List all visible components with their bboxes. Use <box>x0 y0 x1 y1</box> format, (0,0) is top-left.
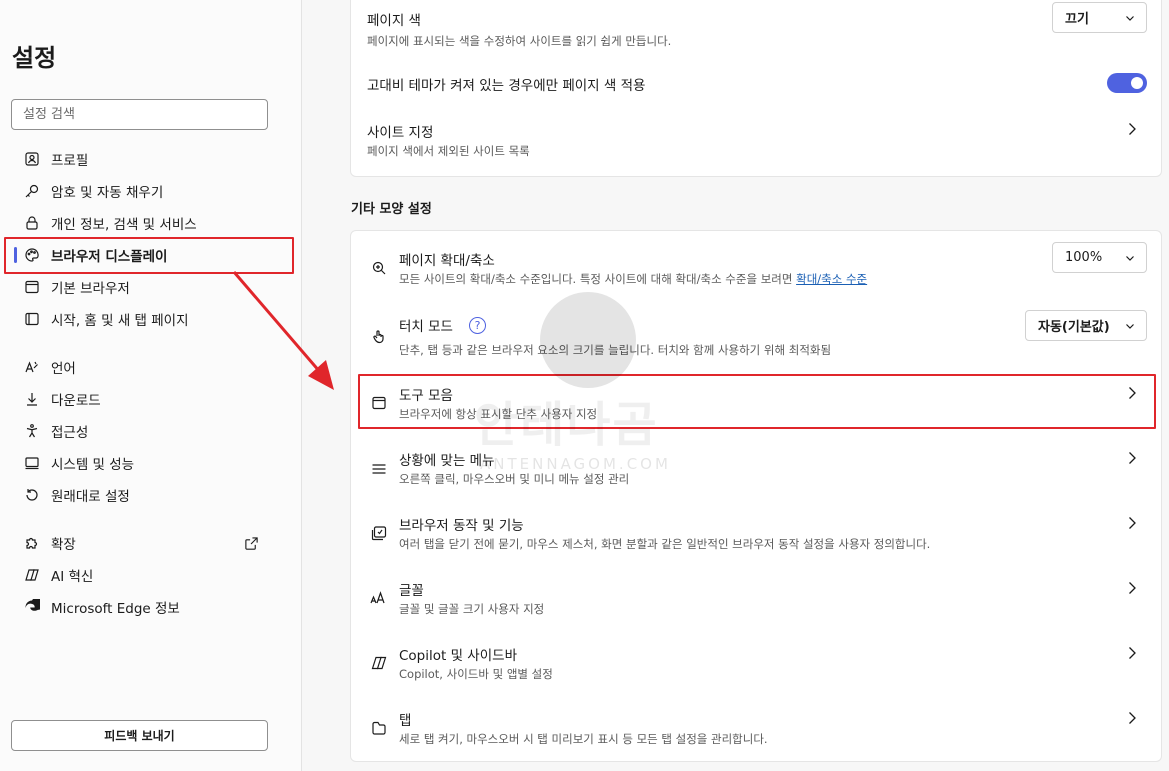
browser-icon <box>23 278 41 296</box>
fonts-title: 글꼴 <box>399 583 424 599</box>
sidebar-item-profile[interactable]: 프로필 <box>12 144 292 174</box>
page-color-desc: 페이지에 표시되는 색을 수정하여 사이트를 읽기 쉽게 만듭니다. <box>367 34 672 48</box>
page-color-title: 페이지 색 <box>367 13 421 29</box>
annotation-arrow <box>232 271 334 390</box>
zoom-dropdown[interactable]: 100% <box>1052 242 1147 273</box>
chevron-right-icon[interactable] <box>1127 711 1137 725</box>
system-icon <box>23 454 41 472</box>
tabs-desc: 세로 탭 켜기, 마우스오버 시 탭 미리보기 표시 등 모든 탭 설정을 관리… <box>399 732 768 746</box>
chevron-right-icon[interactable] <box>1127 646 1137 660</box>
touch-mode-value: 자동(기본값) <box>1038 320 1110 335</box>
chevron-down-icon <box>1126 324 1134 329</box>
sidebar-item-label: 원래대로 설정 <box>51 489 130 505</box>
sidebar-item-label: 암호 및 자동 채우기 <box>51 185 164 201</box>
browser-behavior-icon <box>370 524 388 542</box>
tabs-title: 탭 <box>399 713 412 729</box>
toolbar-title: 도구 모음 <box>399 388 453 404</box>
browser-behavior-title: 브라우저 동작 및 기능 <box>399 518 524 534</box>
sidebar-item-about[interactable]: Microsoft Edge 정보 <box>12 592 292 622</box>
settings-search-input[interactable] <box>11 99 268 130</box>
copilot-icon <box>370 654 388 672</box>
extension-icon <box>23 534 41 552</box>
send-feedback-button[interactable]: 피드백 보내기 <box>11 720 268 751</box>
zoom-desc: 모든 사이트의 확대/축소 수준입니다. 특정 사이트에 대해 확대/축소 수준… <box>399 272 868 286</box>
other-appearance-card: 페이지 확대/축소 모든 사이트의 확대/축소 수준입니다. 특정 사이트에 대… <box>350 230 1162 762</box>
touch-desc: 단추, 탭 등과 같은 브라우저 요소의 크기를 늘립니다. 터치와 함께 사용… <box>399 343 832 357</box>
touch-mode-dropdown[interactable]: 자동(기본값) <box>1025 310 1147 341</box>
sidebar-item-reset[interactable]: 원래대로 설정 <box>12 480 292 510</box>
sidebar-item-label: 시스템 및 성능 <box>51 457 135 473</box>
edge-icon <box>23 598 41 616</box>
copilot-desc: Copilot, 사이드바 및 앱별 설정 <box>399 667 553 681</box>
profile-icon <box>23 150 41 168</box>
font-icon <box>370 589 388 607</box>
help-icon[interactable]: ? <box>469 317 486 334</box>
zoom-icon <box>370 259 388 277</box>
zoom-value: 100% <box>1065 250 1103 265</box>
fonts-desc: 글꼴 및 글꼴 크기 사용자 지정 <box>399 602 545 616</box>
download-icon <box>23 390 41 408</box>
sidebar-item-label: 시작, 홈 및 새 탭 페이지 <box>51 313 189 329</box>
context-menu-desc: 오른쪽 클릭, 마우스오버 및 미니 메뉴 설정 관리 <box>399 472 630 486</box>
tab-icon <box>370 719 388 737</box>
sidebar-item-label: 확장 <box>51 537 76 553</box>
sidebar-item-label: 개인 정보, 검색 및 서비스 <box>51 217 197 233</box>
sidebar-item-label: 다운로드 <box>51 393 101 409</box>
chevron-right-icon[interactable] <box>1127 451 1137 465</box>
site-exclusions-title: 사이트 지정 <box>367 125 434 141</box>
palette-icon <box>23 246 41 264</box>
sidebar-item-accessibility[interactable]: 접근성 <box>12 416 292 446</box>
watermark-subtext: ANTENNAGOM.COM <box>480 455 671 473</box>
sidebar-item-browser-display[interactable]: 브라우저 디스플레이 <box>12 240 292 270</box>
page-color-card: 페이지 색 페이지에 표시되는 색을 수정하여 사이트를 읽기 쉽게 만듭니다.… <box>350 0 1162 177</box>
sidebar-item-label: 접근성 <box>51 425 89 441</box>
external-link-icon[interactable] <box>244 536 259 551</box>
sidebar-item-ai[interactable]: AI 혁신 <box>12 560 292 590</box>
language-icon <box>23 358 41 376</box>
high-contrast-title: 고대비 테마가 켜져 있는 경우에만 페이지 색 적용 <box>367 78 646 94</box>
chevron-down-icon <box>1126 16 1134 21</box>
page-color-value: 끄기 <box>1065 12 1089 27</box>
sidebar-item-passwords[interactable]: 암호 및 자동 채우기 <box>12 176 292 206</box>
sidebar-item-privacy[interactable]: 개인 정보, 검색 및 서비스 <box>12 208 292 238</box>
page-title: 설정 <box>12 44 57 72</box>
sidebar-item-label: 기본 브라우저 <box>51 281 130 297</box>
high-contrast-toggle[interactable] <box>1107 73 1147 93</box>
site-exclusions-desc: 페이지 색에서 제외된 사이트 목록 <box>367 144 530 158</box>
page-color-dropdown[interactable]: 끄기 <box>1052 2 1147 33</box>
sidebar-item-label: Microsoft Edge 정보 <box>51 601 180 617</box>
reset-icon <box>23 486 41 504</box>
chevron-right-icon[interactable] <box>1127 516 1137 530</box>
ai-icon <box>23 566 41 584</box>
zoom-title: 페이지 확대/축소 <box>399 253 495 269</box>
chevron-right-icon[interactable] <box>1127 581 1137 595</box>
sidebar-item-label: 프로필 <box>51 153 89 169</box>
section-title: 기타 모양 설정 <box>351 202 432 217</box>
chevron-right-icon[interactable] <box>1127 386 1137 400</box>
sidebar-item-label: AI 혁신 <box>51 569 94 585</box>
sidebar-item-label: 브라우저 디스플레이 <box>51 249 168 265</box>
lock-icon <box>23 214 41 232</box>
touch-icon <box>370 327 388 345</box>
chevron-right-icon[interactable] <box>1127 122 1137 136</box>
zoom-levels-link[interactable]: 확대/축소 수준 <box>796 272 867 286</box>
sidebar-item-system[interactable]: 시스템 및 성능 <box>12 448 292 478</box>
copilot-title: Copilot 및 사이드바 <box>399 648 517 664</box>
watermark-text: 안테나곰 <box>474 397 659 453</box>
browser-behavior-desc: 여러 탭을 닫기 전에 묻기, 마우스 제스처, 화면 분할과 같은 일반적인 … <box>399 537 931 551</box>
accessibility-icon <box>23 422 41 440</box>
touch-title: 터치 모드 <box>399 319 453 335</box>
key-icon <box>23 182 41 200</box>
chevron-down-icon <box>1126 256 1134 261</box>
toolbar-icon <box>370 394 388 412</box>
home-icon <box>23 310 41 328</box>
sidebar-item-label: 언어 <box>51 361 76 377</box>
menu-icon <box>370 460 388 478</box>
active-indicator <box>14 247 17 263</box>
